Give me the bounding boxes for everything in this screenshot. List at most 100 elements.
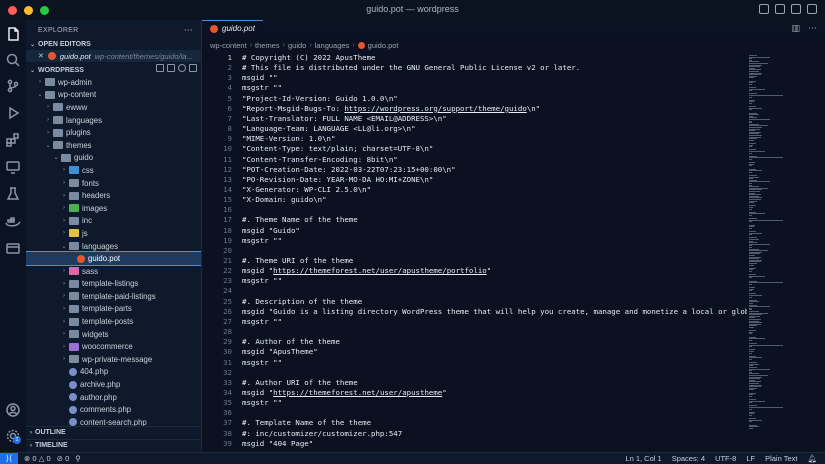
end-of-line[interactable]: LF [746,454,755,463]
vertical-scrollbar[interactable] [809,53,819,452]
minimap-line [749,296,752,298]
tree-folder[interactable]: ⌄ languages [26,240,201,253]
breadcrumb-item[interactable]: wp-content [210,41,247,50]
minimap-line [749,157,784,159]
collapse-all-icon[interactable] [189,64,197,72]
tree-file[interactable]: 404.php [26,366,201,379]
settings-gear-icon[interactable]: 1 [5,428,21,444]
toggle-panel-icon[interactable] [775,4,785,14]
testing-icon[interactable] [5,186,21,202]
indentation[interactable]: Spaces: 4 [672,454,705,463]
tab-guido-pot[interactable]: guido.pot [202,20,263,36]
tree-item-label: js [82,228,88,238]
folder-icon [69,179,79,188]
tree-folder[interactable]: › template-listings [26,278,201,291]
tree-folder[interactable]: ⌄ wp-content [26,89,201,102]
explorer-header: EXPLORER ⋯ [26,22,201,38]
tree-folder[interactable]: › woocommerce [26,340,201,353]
tree-folder[interactable]: › languages [26,114,201,127]
problems-indicator[interactable]: ⊗ 0 △ 0 [24,454,51,463]
breadcrumb-item[interactable]: guido [288,41,306,50]
tree-file[interactable]: archive.php [26,378,201,391]
remote-indicator[interactable]: ⟩⟨ [0,452,18,464]
refresh-icon[interactable] [178,64,186,72]
code-link[interactable]: https://themeforest.net/user/apustheme [273,388,442,397]
docker-icon[interactable] [5,213,21,229]
open-editor-item[interactable]: ✕ guido.pot wp-content/themes/guido/la..… [26,50,201,62]
tree-folder[interactable]: › images [26,202,201,215]
toggle-secondary-sidebar-icon[interactable] [791,4,801,14]
breadcrumb-item[interactable]: languages [315,41,350,50]
encoding[interactable]: UTF-8 [715,454,736,463]
window-title: guido.pot — wordpress [366,4,459,14]
chevron-right-icon: › [63,167,65,174]
notifications-bell-icon[interactable]: 🔔︎ [807,454,817,463]
more-actions-icon[interactable]: ⋯ [808,23,817,34]
line-number: 37 [223,418,232,428]
toggle-sidebar-icon[interactable] [759,4,769,14]
chevron-right-icon: › [63,268,65,275]
tree-folder[interactable]: › headers [26,189,201,202]
tree-folder[interactable]: › fonts [26,177,201,190]
tree-file[interactable]: guido.pot [26,251,201,266]
tree-folder[interactable]: › widgets [26,328,201,341]
search-icon[interactable] [5,52,21,68]
tree-folder[interactable]: › wp-private-message [26,353,201,366]
new-file-icon[interactable] [156,64,164,72]
tree-folder[interactable]: › inc [26,215,201,228]
tree-folder[interactable]: › sass [26,265,201,278]
close-icon[interactable]: ✕ [38,52,44,60]
run-debug-icon[interactable] [5,105,21,121]
new-folder-icon[interactable] [167,64,175,72]
code-text: msgstr "" [242,235,283,245]
tree-folder[interactable]: › plugins [26,126,201,139]
folder-icon [69,242,79,251]
tree-folder[interactable]: › css [26,164,201,177]
tree-folder[interactable]: ⌄ themes [26,139,201,152]
code-link[interactable]: https://themeforest.net/user/apustheme/p… [273,266,487,275]
breadcrumb-item[interactable]: themes [255,41,280,50]
tree-file[interactable]: author.php [26,391,201,404]
cursor-position[interactable]: Ln 1, Col 1 [625,454,661,463]
tree-item-label: languages [82,241,118,251]
tree-folder[interactable]: › ewww [26,101,201,114]
customize-layout-icon[interactable] [807,4,817,14]
code-text: "Project-Id-Version: Guido 1.0.0\n" [242,93,398,103]
line-number: 27 [223,316,232,326]
tree-folder[interactable]: › js [26,227,201,240]
account-icon[interactable] [5,402,21,418]
source-control-icon[interactable] [5,78,21,94]
error-count: 0 [32,454,37,463]
tree-item-label: template-paid-listings [82,291,156,301]
split-editor-icon[interactable]: ▥ [791,23,800,34]
outline-section[interactable]: › OUTLINE [26,426,201,438]
timeline-section[interactable]: › TIMELINE [26,439,201,451]
file-icon [69,405,77,414]
tree-folder[interactable]: › template-parts [26,303,201,316]
minimap-line [749,96,752,98]
tree-item-label: images [82,203,108,213]
extensions-icon[interactable] [5,132,21,148]
warning-icon: △ [38,454,45,463]
remote-explorer-icon[interactable] [5,159,21,175]
minimap-line [749,339,752,341]
minimap[interactable] [747,53,807,452]
explorer-icon[interactable] [5,26,21,42]
tree-folder[interactable]: › wp-admin [26,76,201,89]
breadcrumb-item[interactable]: guido.pot [368,41,399,50]
language-mode[interactable]: Plain Text [765,454,797,463]
tree-folder[interactable]: › template-posts [26,315,201,328]
tree-file[interactable]: comments.php [26,403,201,416]
more-actions-icon[interactable]: ⋯ [184,25,193,36]
tree-folder[interactable]: › template-paid-listings [26,290,201,303]
code-link[interactable]: https://wordpress.org/support/theme/guid… [344,104,526,113]
projects-icon[interactable] [5,240,21,256]
workspace-section[interactable]: ⌄ WORDPRESS [26,64,201,76]
ports-indicator[interactable]: ⊘ 0 [57,454,70,463]
code-editor[interactable]: 1 # Copyright (C) 2022 ApusTheme 2 # This f… [202,53,747,452]
code-text: msgid "Guido" [242,225,300,235]
open-editors-section[interactable]: ⌄ OPEN EDITORS [26,38,201,50]
sync-icon[interactable]: ⚲ [75,454,81,463]
tree-folder[interactable]: ⌄ guido [26,152,201,165]
line-number: 20 [223,245,232,255]
